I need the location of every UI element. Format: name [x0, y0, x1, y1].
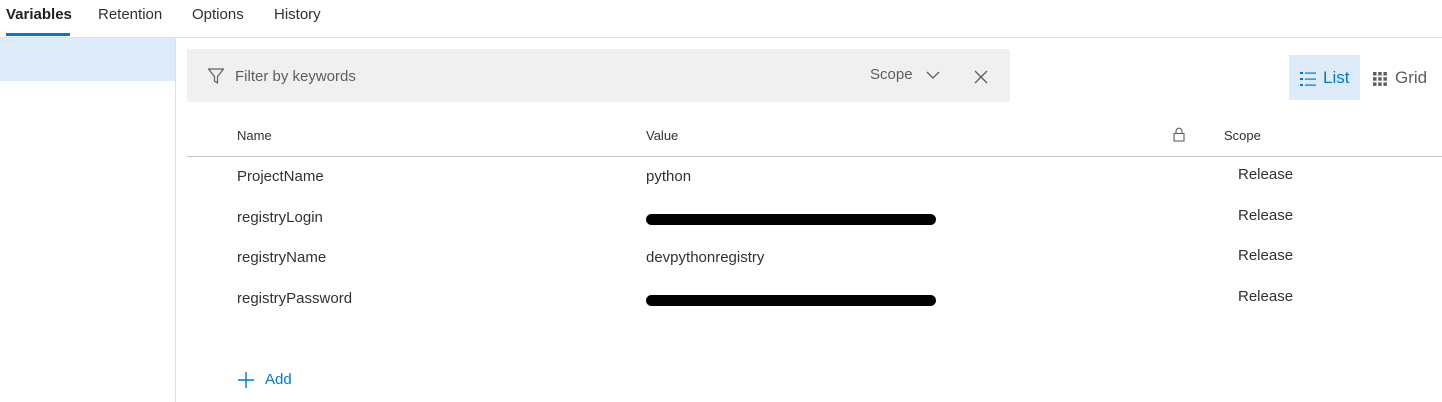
scope-dropdown[interactable]: Scope: [870, 66, 940, 86]
chevron-down-icon: [926, 71, 940, 79]
variable-value[interactable]: python: [646, 168, 691, 185]
variable-name[interactable]: ProjectName: [237, 168, 324, 185]
tab-bar: Variables Retention Options History: [0, 0, 1442, 38]
grid-view-button[interactable]: Grid: [1366, 55, 1436, 100]
table-row[interactable]: registryName devpythonregistry Release: [187, 238, 1442, 278]
variable-value[interactable]: devpythonregistry: [646, 249, 764, 266]
variable-name[interactable]: registryPassword: [237, 290, 352, 307]
plus-icon: [238, 372, 254, 388]
list-view-label: List: [1323, 68, 1350, 87]
column-header-name[interactable]: Name: [237, 128, 272, 143]
pipeline-variables-nav-item[interactable]: [0, 38, 175, 81]
tab-variables[interactable]: Variables: [6, 6, 72, 23]
variable-scope[interactable]: Release: [1238, 247, 1293, 264]
variable-name[interactable]: registryName: [237, 249, 326, 266]
filter-icon: [207, 68, 225, 84]
clear-filter-button[interactable]: [973, 69, 989, 85]
column-header-value[interactable]: Value: [646, 128, 678, 143]
list-icon: [1300, 72, 1316, 86]
variable-scope[interactable]: Release: [1238, 166, 1293, 183]
redacted-value[interactable]: [646, 295, 936, 306]
filter-bar: Scope: [187, 49, 1010, 102]
column-header-scope[interactable]: Scope: [1224, 128, 1261, 143]
table-row[interactable]: registryLogin Release: [187, 198, 1442, 238]
variable-scope[interactable]: Release: [1238, 288, 1293, 305]
variable-scope[interactable]: Release: [1238, 207, 1293, 224]
grid-icon: [1373, 72, 1387, 86]
list-view-button[interactable]: List: [1289, 55, 1360, 100]
lock-icon: [1173, 127, 1185, 142]
add-variable-label: Add: [265, 371, 292, 388]
grid-view-label: Grid: [1395, 68, 1428, 87]
active-tab-indicator: [6, 33, 70, 36]
table-row[interactable]: registryPassword Release: [187, 279, 1442, 319]
scope-dropdown-label: Scope: [870, 66, 913, 83]
tab-retention[interactable]: Retention: [98, 6, 162, 23]
variable-name[interactable]: registryLogin: [237, 209, 323, 226]
table-row[interactable]: ProjectName python Release: [187, 157, 1442, 197]
tab-history[interactable]: History: [274, 6, 321, 23]
variables-table-header: Name Value Scope: [187, 118, 1442, 157]
filter-keywords-input[interactable]: [235, 63, 795, 89]
tab-options[interactable]: Options: [192, 6, 244, 23]
variable-group-pane: [0, 38, 176, 402]
variables-page: Variables Retention Options History Scop…: [0, 0, 1442, 402]
redacted-value[interactable]: [646, 214, 936, 225]
